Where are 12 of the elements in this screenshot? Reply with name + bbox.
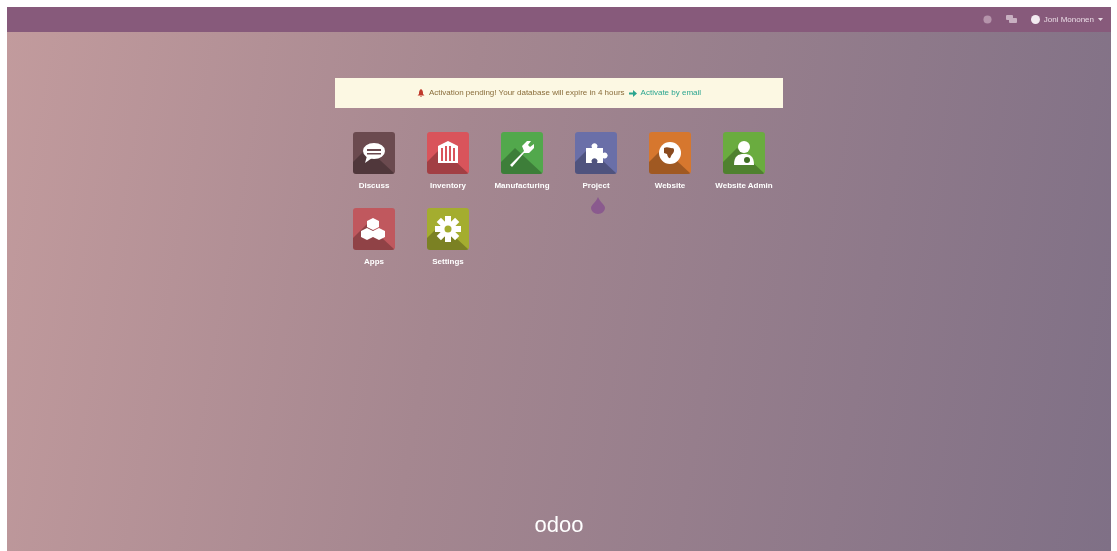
app-label[interactable]: Inventory: [430, 180, 466, 192]
app-label[interactable]: Apps: [364, 256, 384, 268]
app-label[interactable]: Settings: [432, 256, 464, 268]
notice-text: Activation pending! Your database will expire in 4 hours: [428, 87, 625, 99]
activate-link[interactable]: Activate by email: [640, 87, 702, 99]
app-label[interactable]: Discuss: [358, 180, 390, 192]
odoo-logo: odoo: [534, 511, 584, 539]
user-menu[interactable]: Joni Mononen: [1043, 13, 1094, 26]
app-label[interactable]: Manufacturing: [494, 180, 550, 192]
app-label[interactable]: Project: [582, 180, 610, 192]
app-label[interactable]: Website Admin: [715, 180, 773, 192]
app-label[interactable]: Website: [654, 180, 686, 192]
